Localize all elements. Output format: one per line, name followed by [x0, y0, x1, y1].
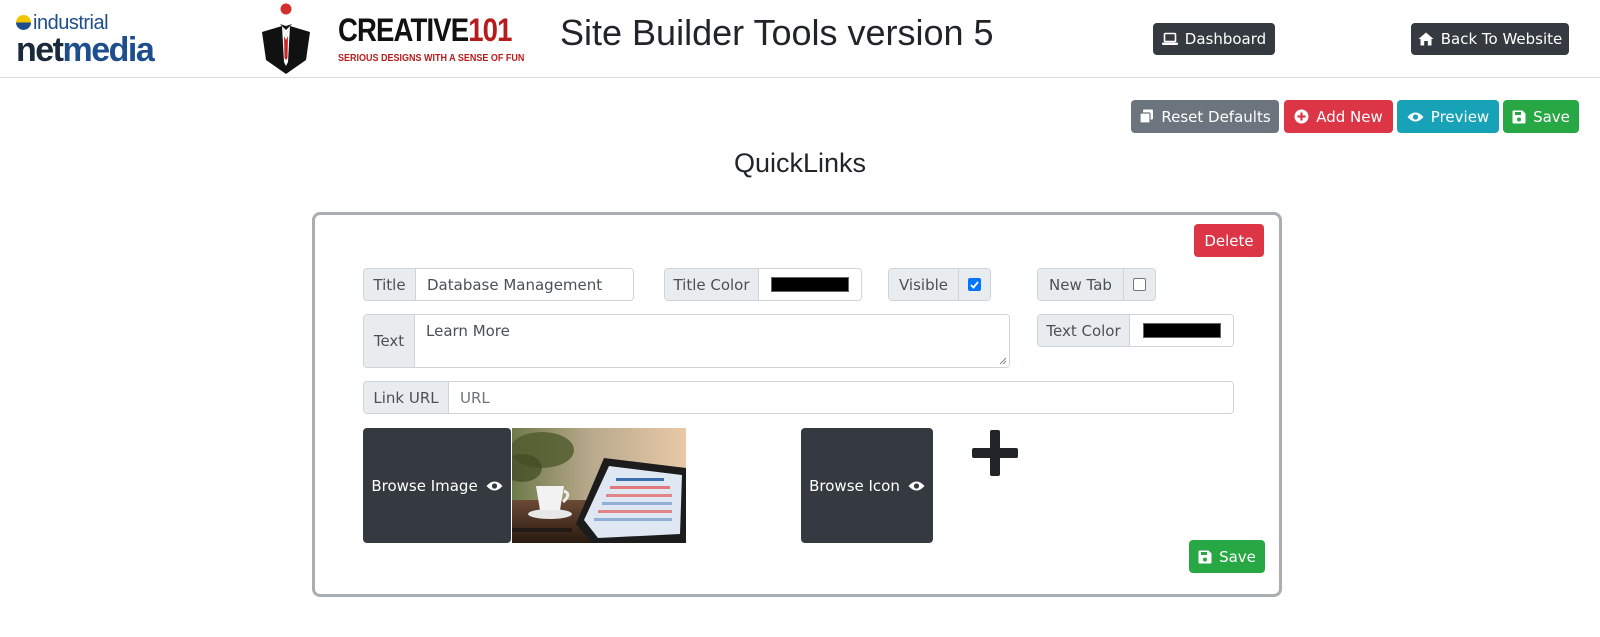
title-color-label: Title Color: [665, 269, 759, 300]
new-tab-group: New Tab: [1037, 268, 1156, 301]
title-label: Title: [364, 269, 416, 300]
back-to-website-button[interactable]: Back To Website: [1411, 23, 1569, 55]
laptop-icon: [1161, 32, 1178, 45]
add-new-label: Add New: [1316, 107, 1383, 126]
text-color-group: Text Color: [1037, 314, 1234, 347]
dashboard-button[interactable]: Dashboard: [1153, 23, 1275, 55]
text-value: Learn More: [426, 322, 510, 340]
eye-icon: [486, 481, 503, 490]
preview-label: Preview: [1430, 107, 1490, 126]
reset-defaults-label: Reset Defaults: [1161, 107, 1271, 126]
browse-image-button[interactable]: Browse Image: [363, 428, 511, 543]
resize-handle-icon[interactable]: [998, 356, 1007, 365]
copy-icon: [1139, 109, 1154, 124]
new-tab-checkbox-wrap: [1124, 269, 1155, 300]
logo-creative-text: CREATIVE101: [338, 12, 512, 49]
title-input-group: Title Database Management: [363, 268, 634, 301]
floppy-disk-icon: [1198, 550, 1212, 563]
new-tab-checkbox[interactable]: [1133, 278, 1146, 291]
text-color-swatch: [1142, 323, 1221, 338]
browse-icon-button[interactable]: Browse Icon: [801, 428, 933, 543]
delete-label: Delete: [1204, 231, 1254, 250]
card-save-button[interactable]: Save: [1189, 540, 1265, 573]
logo-creative-number: 101: [468, 12, 512, 48]
back-to-website-label: Back To Website: [1440, 30, 1563, 48]
text-textarea[interactable]: Learn More: [415, 315, 1009, 367]
tablet-photo-image: [512, 428, 686, 543]
tuxedo-logo-icon: [262, 3, 310, 74]
app-header: industrial netmedia CREATIVE101 SERIOUS …: [0, 0, 1600, 78]
creative101-logo[interactable]: CREATIVE101 SERIOUS DESIGNS WITH A SENSE…: [262, 2, 524, 76]
title-color-swatch: [771, 277, 849, 292]
eye-icon: [908, 481, 925, 490]
link-url-label: Link URL: [364, 382, 449, 413]
save-label: Save: [1533, 107, 1570, 126]
selected-image-thumbnail: [512, 428, 686, 543]
dashboard-label: Dashboard: [1184, 30, 1267, 48]
logo-netmedia-text: netmedia: [16, 31, 155, 70]
logo-net-word: net: [16, 31, 64, 69]
check-icon: [970, 280, 979, 289]
logo-creative-tagline: SERIOUS DESIGNS WITH A SENSE OF FUN: [338, 53, 525, 64]
new-tab-label: New Tab: [1038, 269, 1124, 300]
text-label: Text: [364, 315, 415, 367]
reset-defaults-button[interactable]: Reset Defaults: [1131, 100, 1279, 133]
industrial-netmedia-logo[interactable]: industrial netmedia: [16, 12, 196, 70]
title-input[interactable]: Database Management: [416, 269, 633, 300]
save-button[interactable]: Save: [1503, 100, 1579, 133]
site-title: Site Builder Tools version 5: [560, 12, 994, 53]
page-heading: QuickLinks: [733, 148, 867, 178]
browse-image-label: Browse Image: [371, 476, 478, 495]
plus-circle-icon: [1294, 109, 1309, 124]
visible-group: Visible: [888, 268, 991, 301]
visible-checkbox-wrap: [959, 269, 990, 300]
visible-checkbox[interactable]: [968, 278, 981, 291]
delete-button[interactable]: Delete: [1194, 224, 1264, 257]
text-input-group: Text Learn More: [363, 314, 1010, 368]
home-icon: [1418, 32, 1434, 46]
eye-icon: [1407, 112, 1424, 121]
title-color-picker[interactable]: [759, 269, 861, 300]
text-color-label: Text Color: [1038, 315, 1130, 346]
logo-creative-word: CREATIVE: [338, 12, 469, 48]
card-save-label: Save: [1219, 547, 1256, 566]
quicklink-card: Delete Title Database Management Title C…: [312, 212, 1282, 597]
add-new-button[interactable]: Add New: [1284, 100, 1393, 133]
logo-globe-icon: [16, 15, 31, 30]
browse-icon-label: Browse Icon: [809, 476, 900, 495]
title-color-group: Title Color: [664, 268, 862, 301]
link-url-group: Link URL URL: [363, 381, 1234, 414]
text-color-picker[interactable]: [1130, 315, 1233, 346]
logo-media-word: media: [62, 31, 155, 69]
visible-label: Visible: [889, 269, 959, 300]
plus-icon: [972, 430, 1018, 476]
floppy-disk-icon: [1512, 110, 1526, 123]
preview-button[interactable]: Preview: [1397, 100, 1499, 133]
link-url-input[interactable]: URL: [449, 382, 1233, 413]
